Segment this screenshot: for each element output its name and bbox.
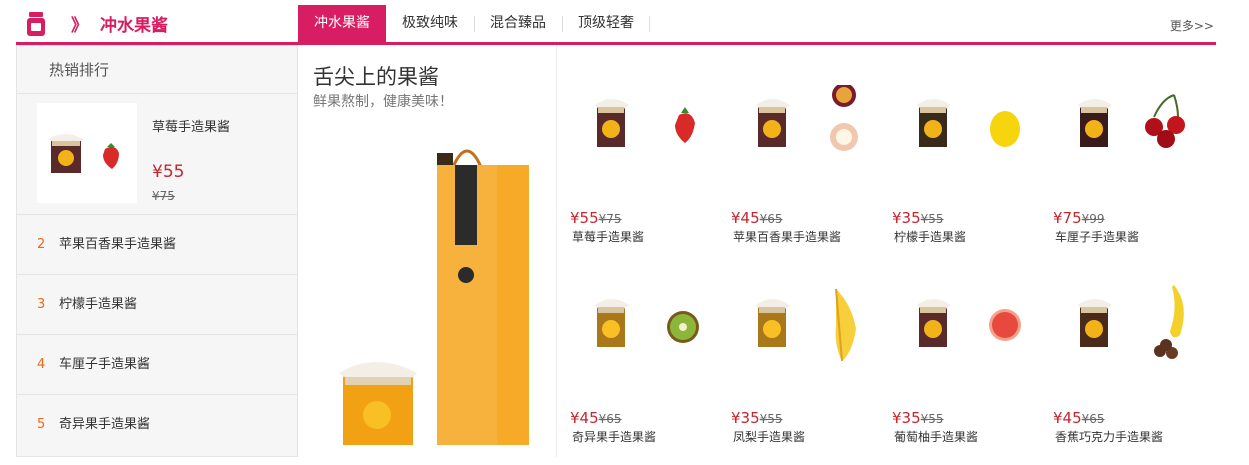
tab-dingji[interactable]: 顶级轻奢 (562, 5, 650, 42)
ranking-number: 5 (37, 417, 46, 432)
product-name[interactable]: 凤梨手造果酱 (733, 428, 805, 445)
product-grid: ¥55¥75 草莓手造果酱 ¥45¥65 苹果百香果手造果酱 ¥35¥55 柠檬… (557, 45, 1217, 457)
ranking-top-price: ¥55 (152, 162, 185, 182)
old-price: ¥65 (1081, 412, 1105, 426)
price: ¥45 (731, 209, 760, 227)
tab-jizhi[interactable]: 极致纯味 (386, 5, 474, 42)
price: ¥75 (1053, 209, 1082, 227)
hot-ranking-panel: 热销排行 草莓手造果酱 ¥55 ¥75 2 苹果百香果手造果酱 3 柠檬手造果酱 4… (16, 45, 298, 457)
product-name[interactable]: 柠檬手造果酱 (894, 228, 966, 245)
price-line: ¥45¥65 (1053, 408, 1105, 427)
tab-hunhe[interactable]: 混合臻品 (474, 5, 562, 42)
product-card[interactable]: ¥45¥65 苹果百香果手造果酱 (718, 45, 878, 245)
product-name[interactable]: 苹果百香果手造果酱 (733, 228, 841, 245)
category-title[interactable]: 冲水果酱 (100, 11, 168, 36)
tab-chongshui[interactable]: 冲水果酱 (298, 5, 386, 42)
cherry-jam-image[interactable] (1054, 85, 1194, 165)
price: ¥35 (731, 409, 760, 427)
price: ¥45 (570, 409, 599, 427)
apple-passionfruit-jam-image[interactable] (732, 85, 872, 165)
price-line: ¥75¥99 (1053, 208, 1105, 227)
old-price: ¥55 (920, 212, 944, 226)
grapefruit-jam-image[interactable] (893, 285, 1033, 365)
product-card[interactable]: ¥35¥55 柠檬手造果酱 (879, 45, 1039, 245)
price: ¥55 (570, 209, 599, 227)
feature-title: 舌尖上的果酱 (313, 65, 439, 89)
strawberry-jam-image[interactable] (571, 85, 711, 165)
old-price: ¥99 (1081, 212, 1105, 226)
price-line: ¥45¥65 (570, 408, 622, 427)
ranking-item[interactable]: 4 车厘子手造果酱 (17, 335, 297, 395)
product-card[interactable]: ¥45¥65 奇异果手造果酱 (557, 245, 717, 445)
kiwi-jam-image[interactable] (571, 285, 711, 365)
ranking-name[interactable]: 奇异果手造果酱 (59, 417, 150, 432)
ranking-top-name[interactable]: 草莓手造果酱 (152, 116, 230, 135)
product-card[interactable]: ¥55¥75 草莓手造果酱 (557, 45, 717, 245)
category-header: 》 冲水果酱 冲水果酱 极致纯味 混合臻品 顶级轻奢 更多>> (16, 0, 1216, 45)
strawberry-jam-image[interactable] (37, 103, 137, 203)
ranking-top-old-price: ¥75 (152, 189, 175, 203)
category-tabs: 冲水果酱 极致纯味 混合臻品 顶级轻奢 (298, 5, 650, 42)
ranking-item[interactable]: 3 柠檬手造果酱 (17, 275, 297, 335)
price-line: ¥35¥55 (892, 408, 944, 427)
pineapple-jam-image[interactable] (732, 285, 872, 365)
more-link[interactable]: 更多>> (1170, 17, 1214, 34)
product-name[interactable]: 葡萄柚手造果酱 (894, 428, 978, 445)
ranking-title: 热销排行 (17, 46, 297, 94)
ranking-number: 3 (37, 297, 46, 312)
price-line: ¥45¥65 (731, 208, 783, 227)
ranking-top-item[interactable]: 草莓手造果酱 ¥55 ¥75 (17, 94, 297, 215)
price: ¥35 (892, 209, 921, 227)
ranking-item[interactable]: 2 苹果百香果手造果酱 (17, 215, 297, 275)
product-card[interactable]: ¥45¥65 香蕉巧克力手造果酱 (1040, 245, 1200, 445)
lemon-jam-image[interactable] (893, 85, 1033, 165)
old-price: ¥55 (759, 412, 783, 426)
ranking-item[interactable]: 5 奇异果手造果酱 (17, 395, 297, 455)
old-price: ¥65 (759, 212, 783, 226)
jar-icon (27, 12, 45, 36)
ranking-name[interactable]: 车厘子手造果酱 (59, 357, 150, 372)
feature-banner[interactable]: 舌尖上的果酱 鲜果熬制，健康美味！ (299, 45, 557, 457)
product-name[interactable]: 香蕉巧克力手造果酱 (1055, 428, 1163, 445)
breadcrumb-arrows: 》 (71, 16, 88, 36)
banana-chocolate-jam-image[interactable] (1054, 285, 1194, 365)
ranking-number: 2 (37, 237, 46, 252)
product-card[interactable]: ¥35¥55 凤梨手造果酱 (718, 245, 878, 445)
old-price: ¥65 (598, 412, 622, 426)
product-card[interactable]: ¥35¥55 葡萄柚手造果酱 (879, 245, 1039, 445)
price-line: ¥35¥55 (892, 208, 944, 227)
product-name[interactable]: 草莓手造果酱 (572, 228, 644, 245)
product-name[interactable]: 奇异果手造果酱 (572, 428, 656, 445)
ranking-number: 4 (37, 357, 46, 372)
product-name[interactable]: 车厘子手造果酱 (1055, 228, 1139, 245)
gift-bag-and-jar-image[interactable] (329, 145, 529, 445)
ranking-name[interactable]: 苹果百香果手造果酱 (59, 237, 176, 252)
price: ¥35 (892, 409, 921, 427)
feature-subtitle: 鲜果熬制，健康美味！ (313, 94, 453, 110)
old-price: ¥75 (598, 212, 622, 226)
old-price: ¥55 (920, 412, 944, 426)
ranking-name[interactable]: 柠檬手造果酱 (59, 297, 137, 312)
product-card[interactable]: ¥75¥99 车厘子手造果酱 (1040, 45, 1200, 245)
price-line: ¥55¥75 (570, 208, 622, 227)
price: ¥45 (1053, 409, 1082, 427)
price-line: ¥35¥55 (731, 408, 783, 427)
